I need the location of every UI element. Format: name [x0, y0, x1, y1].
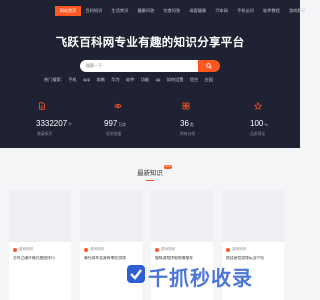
hero-title: 飞跃百科网专业有趣的知识分享平台: [55, 37, 245, 49]
stat-label: 收录知识: [37, 132, 53, 136]
stat-value: 997万次: [104, 119, 126, 128]
nav-item-mobile[interactable]: 手机访问: [232, 6, 258, 16]
nav-item-maternal-health[interactable]: 母婴健康: [185, 6, 211, 16]
card-category: 游戏知识: [84, 247, 104, 252]
nav-item-home[interactable]: 网站首页: [55, 6, 81, 16]
new-badge: new: [164, 165, 172, 169]
card-title[interactable]: 挑战迷宫游戏玩法介绍: [226, 256, 282, 261]
card-thumbnail[interactable]: [9, 190, 71, 242]
stat-number: 3332207: [36, 119, 68, 128]
hot-search-link[interactable]: 庄园: [205, 77, 213, 83]
stat-number: 100: [250, 119, 264, 128]
top-nav: 网站首页 百科知识 生活常识 健康问答 饮食问答 母婴健康 汽车网 手机访问 软…: [55, 6, 310, 18]
card-category: 游戏知识: [13, 247, 33, 252]
section-underline: [146, 180, 154, 181]
search-bar: [80, 60, 220, 72]
knowledge-card[interactable]: 游戏知识 方舟之破坏模式推图技巧: [9, 190, 71, 300]
search-input[interactable]: [80, 60, 198, 72]
stat-number: 997: [104, 119, 118, 128]
category-dot-icon: [84, 247, 88, 252]
hot-search-link[interactable]: 软件: [126, 77, 134, 83]
hot-searches-label: 热门搜索:: [44, 77, 62, 82]
nav-item-diet-qa[interactable]: 饮食问答: [159, 6, 185, 16]
stat-value: 100%: [250, 119, 268, 128]
card-category-label: 游戏知识: [90, 247, 105, 251]
stat-value: 36类: [180, 119, 194, 128]
stat-unit: 个: [68, 123, 72, 127]
card-thumbnail[interactable]: [222, 190, 284, 242]
eye-icon: [114, 103, 122, 109]
card-thumbnail[interactable]: [151, 190, 213, 242]
card-category-label: 游戏知识: [232, 247, 247, 251]
category-dot-icon: [13, 247, 17, 252]
watermark-logo-icon: [127, 265, 145, 283]
hot-search-link[interactable]: app: [83, 77, 90, 83]
latest-section-title: 最新知识: [137, 170, 163, 177]
search-icon: [206, 63, 212, 69]
card-thumbnail[interactable]: [80, 190, 142, 242]
hot-search-link[interactable]: 手机: [68, 77, 76, 83]
nav-item-games[interactable]: 游戏数码: [284, 6, 310, 16]
stat-label: 所有分类: [180, 132, 196, 136]
nav-item-encyclopedia[interactable]: 百科知识: [81, 6, 107, 16]
search-button[interactable]: [198, 60, 220, 72]
stat-value: 3332207个: [36, 119, 72, 128]
nav-item-health-qa[interactable]: 健康问答: [133, 6, 159, 16]
hero-banner: 网站首页 百科知识 生活常识 健康问答 饮食问答 母婴健康 汽车网 手机访问 软…: [0, 0, 306, 148]
nav-item-life-tips[interactable]: 生活常识: [107, 6, 133, 16]
nav-item-cars[interactable]: 汽车网: [211, 6, 233, 16]
hot-search-link[interactable]: 攻略: [96, 77, 104, 83]
card-title[interactable]: 猫咪游戏拼图攻略推荐: [155, 256, 211, 261]
hot-search-link[interactable]: 如何设置: [167, 77, 184, 83]
card-category: 游戏知识: [155, 247, 175, 252]
category-dot-icon: [226, 247, 230, 252]
card-category-label: 游戏知识: [161, 247, 176, 251]
stats-row: 3332207个 收录知识 997万次 总浏览量 36类 所有分类 100% 品…: [0, 96, 300, 146]
stat-unit: 万次: [118, 123, 126, 127]
nav-item-software[interactable]: 软件教程: [258, 6, 284, 16]
hot-search-link[interactable]: 华为: [111, 77, 119, 83]
stat-label: 品质保证: [250, 132, 266, 136]
category-icon: [182, 102, 190, 110]
stat-label: 总浏览量: [106, 132, 122, 136]
card-title[interactable]: 方舟之破坏模式推图技巧: [13, 256, 69, 261]
card-category: 游戏知识: [226, 247, 246, 252]
document-icon: [39, 102, 45, 110]
hot-searches: 热门搜索: 手机 app 攻略 华为 软件 功能 qq 如何设置 悟空 庄园: [44, 77, 213, 83]
stat-number: 36: [180, 119, 189, 128]
card-title[interactable]: 摩托赛车竞赛有哪些游戏: [84, 256, 140, 261]
hot-search-link[interactable]: 悟空: [190, 77, 198, 83]
watermark-text: 千抓秒收录: [148, 268, 253, 290]
stat-unit: %: [264, 123, 268, 127]
hot-search-link[interactable]: 功能: [141, 77, 149, 83]
category-dot-icon: [155, 247, 159, 252]
hot-search-link[interactable]: qq: [156, 77, 161, 83]
star-icon: [254, 102, 262, 110]
card-category-label: 游戏知识: [19, 247, 34, 251]
stat-unit: 类: [189, 123, 194, 127]
